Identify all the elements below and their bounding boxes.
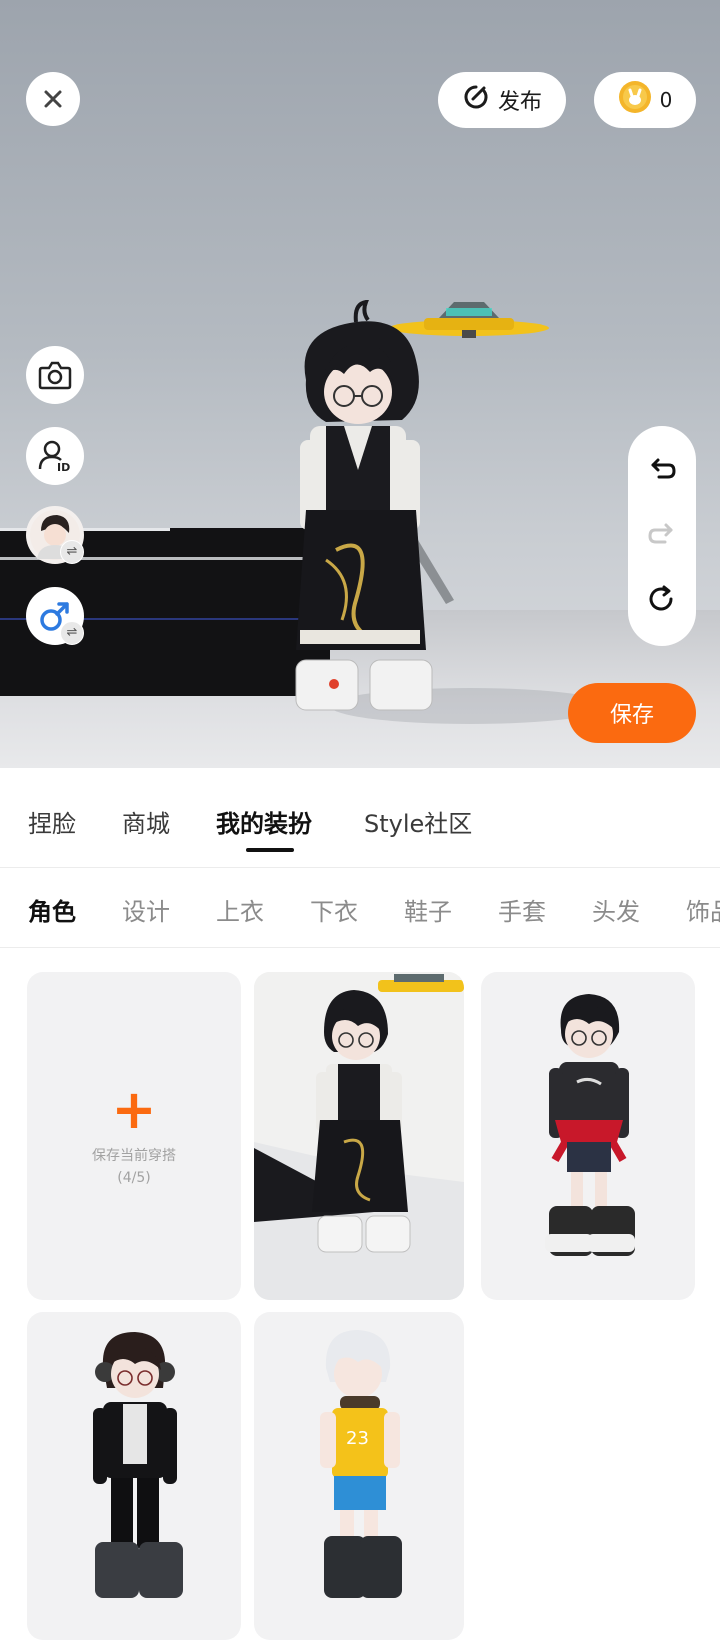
main-tab-bar: 捏脸 商城 我的装扮 Style社区 bbox=[0, 768, 720, 868]
swap-arrows-icon: ⇌ bbox=[60, 540, 84, 564]
category-tab-bar: 角色 设计 上衣 下衣 鞋子 手套 头发 饰品 bbox=[0, 868, 720, 948]
category-tab-hair[interactable]: 头发 bbox=[592, 892, 640, 927]
tab-store[interactable]: 商城 bbox=[122, 804, 170, 839]
reset-button[interactable] bbox=[642, 581, 682, 621]
user-id-button[interactable]: ID bbox=[26, 427, 84, 485]
outfit-card[interactable]: 23 bbox=[254, 1312, 464, 1640]
category-tab-tops[interactable]: 上衣 bbox=[216, 892, 264, 927]
svg-text:23: 23 bbox=[346, 1428, 369, 1449]
category-tab-accessories[interactable]: 饰品 bbox=[686, 892, 720, 927]
undo-icon bbox=[647, 454, 677, 488]
category-tab-shoes[interactable]: 鞋子 bbox=[404, 892, 452, 927]
tab-my-outfits[interactable]: 我的装扮 bbox=[216, 804, 312, 839]
camera-button[interactable] bbox=[26, 346, 84, 404]
outfit-thumbnail bbox=[254, 972, 464, 1300]
category-tab-gloves[interactable]: 手套 bbox=[498, 892, 546, 927]
publish-label: 发布 bbox=[497, 90, 542, 115]
outfit-thumbnail bbox=[93, 1332, 183, 1598]
outfit-card[interactable] bbox=[481, 972, 695, 1300]
coin-count: 0 bbox=[659, 88, 673, 112]
category-tab-design[interactable]: 设计 bbox=[122, 892, 170, 927]
plus-icon: + bbox=[111, 1078, 157, 1141]
outfit-card[interactable] bbox=[254, 972, 464, 1300]
svg-text:ID: ID bbox=[57, 461, 70, 473]
tab-style-community[interactable]: Style社区 bbox=[364, 804, 472, 839]
undo-button[interactable] bbox=[642, 451, 682, 491]
redo-icon bbox=[647, 519, 677, 553]
outfit-thumbnail: 23 bbox=[320, 1330, 402, 1598]
redo-button[interactable] bbox=[642, 516, 682, 556]
publish-icon bbox=[462, 83, 490, 117]
close-button[interactable] bbox=[26, 72, 80, 126]
coin-balance-button[interactable]: 0 bbox=[594, 72, 696, 128]
swap-arrows-icon: ⇌ bbox=[60, 621, 84, 645]
outfit-thumbnail bbox=[545, 994, 635, 1256]
user-id-icon: ID bbox=[38, 439, 72, 473]
camera-icon bbox=[38, 360, 72, 390]
outfit-card[interactable] bbox=[27, 1312, 241, 1640]
avatar-swap-button[interactable]: ⇌ bbox=[26, 506, 84, 564]
tab-face[interactable]: 捏脸 bbox=[28, 804, 76, 839]
history-panel bbox=[628, 426, 696, 646]
avatar-scene[interactable]: 发布 0 ID ⇌ ⇌ 保存 bbox=[0, 0, 720, 768]
avatar-character[interactable] bbox=[286, 300, 466, 740]
save-outfit-label: 保存当前穿搭 bbox=[92, 1148, 176, 1164]
reset-icon bbox=[647, 584, 677, 618]
category-tab-bottoms[interactable]: 下衣 bbox=[310, 892, 358, 927]
publish-button[interactable]: 发布 bbox=[438, 72, 566, 128]
active-tab-indicator bbox=[246, 848, 294, 852]
coin-icon bbox=[618, 80, 652, 120]
save-button[interactable]: 保存 bbox=[568, 683, 696, 743]
gender-switch-button[interactable]: ⇌ bbox=[26, 587, 84, 645]
save-current-outfit-card[interactable]: + 保存当前穿搭 (4/5) bbox=[27, 972, 241, 1300]
save-outfit-count: (4/5) bbox=[117, 1170, 151, 1186]
close-icon bbox=[41, 87, 65, 111]
category-tab-character[interactable]: 角色 bbox=[28, 892, 76, 927]
